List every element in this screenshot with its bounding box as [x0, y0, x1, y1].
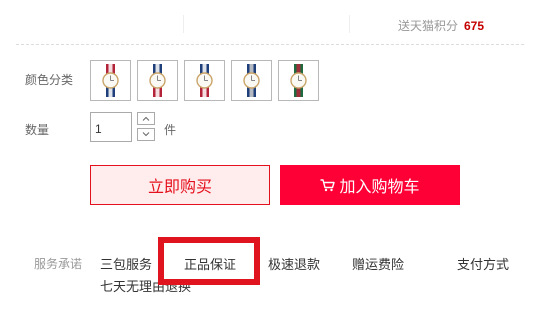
stats-bar: 送天猫积分 675 — [16, 0, 524, 45]
watch-icon — [102, 64, 119, 97]
color-swatch-2[interactable] — [137, 60, 178, 101]
watch-icon — [243, 64, 260, 97]
color-label: 颜色分类 — [25, 73, 74, 87]
watch-icon — [196, 64, 213, 97]
watch-icon — [290, 64, 307, 97]
add-to-cart-button[interactable]: 加入购物车 — [280, 165, 460, 205]
quantity-decrease-button[interactable] — [137, 128, 155, 141]
points-label: 送天猫积分 — [397, 19, 458, 33]
color-swatch-4[interactable] — [231, 60, 272, 101]
service-item[interactable]: 极速退款 — [268, 254, 320, 273]
color-options — [90, 60, 319, 101]
quantity-input[interactable] — [90, 112, 132, 142]
watch-icon — [149, 64, 166, 97]
chevron-up-icon — [142, 116, 150, 121]
color-swatch-5[interactable] — [278, 60, 319, 101]
stats-divider — [349, 15, 350, 33]
service-item-authentic[interactable]: 正品保证 — [184, 254, 236, 273]
quantity-label: 数量 — [25, 123, 50, 137]
service-item[interactable]: 三包服务 — [100, 254, 152, 273]
color-swatch-1[interactable] — [90, 60, 131, 101]
add-to-cart-label: 加入购物车 — [339, 179, 420, 196]
service-item[interactable]: 赠运费险 — [352, 254, 404, 273]
color-swatch-3[interactable] — [184, 60, 225, 101]
cart-icon — [320, 178, 336, 191]
stats-divider — [183, 15, 184, 33]
points-value: 675 — [463, 19, 484, 33]
service-item[interactable]: 七天无理由退换 — [100, 276, 191, 295]
buy-now-button[interactable]: 立即购买 — [90, 165, 270, 205]
service-item[interactable]: 支付方式 — [457, 254, 509, 273]
service-label: 服务承诺 — [34, 257, 83, 271]
quantity-unit: 件 — [164, 123, 177, 137]
tmall-points: 送天猫积分 675 — [398, 17, 484, 34]
buy-now-label: 立即购买 — [147, 179, 212, 196]
quantity-increase-button[interactable] — [137, 112, 155, 125]
chevron-down-icon — [142, 132, 150, 137]
